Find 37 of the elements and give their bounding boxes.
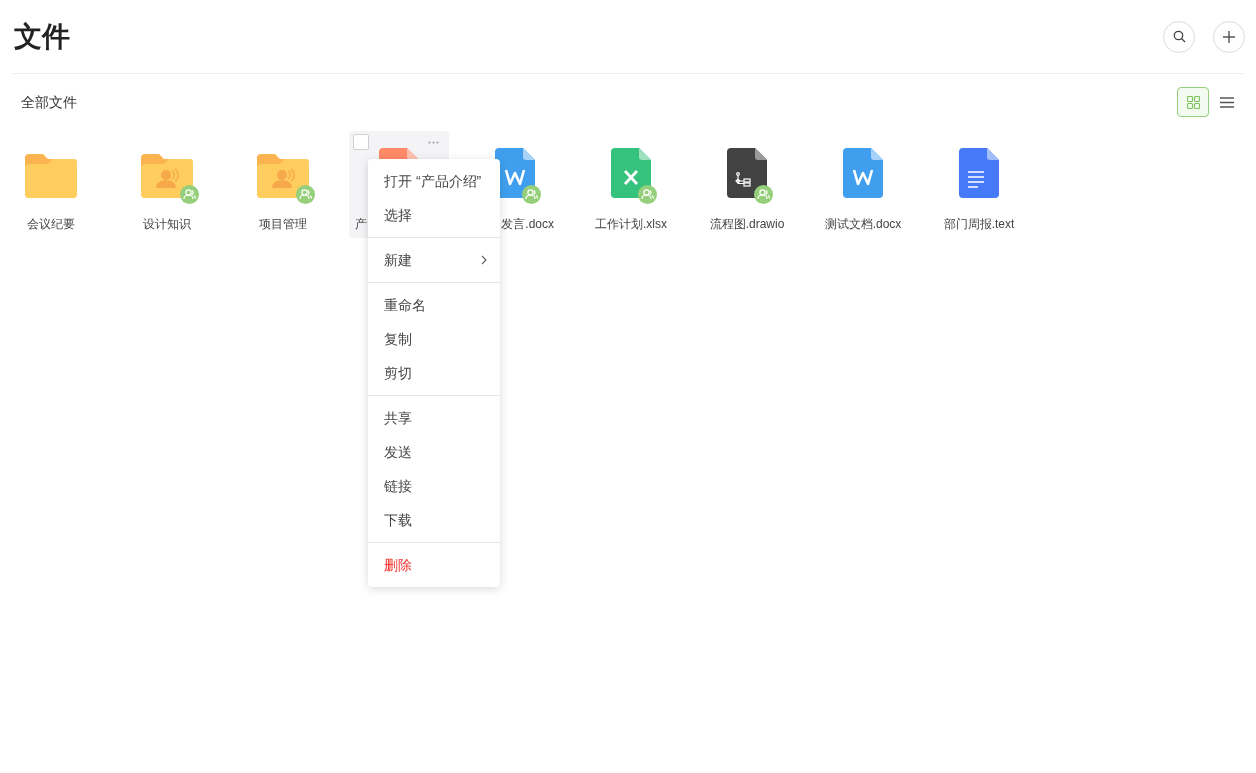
menu-item[interactable]: 发送	[368, 435, 500, 469]
menu-item[interactable]: 选择	[368, 198, 500, 232]
file-name[interactable]: 项目管理	[259, 215, 307, 233]
list-icon	[1220, 96, 1234, 108]
flowchart-file-icon	[727, 148, 767, 198]
menu-item[interactable]: 复制	[368, 322, 500, 356]
menu-item[interactable]: 剪切	[368, 356, 500, 390]
more-icon[interactable]	[428, 141, 439, 144]
page-title: 文件	[14, 18, 70, 55]
chevron-right-icon	[481, 255, 487, 265]
grid-icon	[1186, 95, 1200, 109]
plus-icon	[1223, 30, 1235, 43]
menu-item[interactable]: 删除	[368, 548, 500, 582]
file-name[interactable]: 工作计划.xlsx	[595, 215, 667, 233]
file-name[interactable]: 产	[355, 215, 367, 233]
file-name[interactable]: 发言.docx	[501, 215, 554, 233]
grid-view-button[interactable]	[1177, 87, 1209, 117]
menu-item[interactable]: 共享	[368, 401, 500, 435]
search-icon	[1172, 30, 1186, 43]
menu-item[interactable]: 打开 “产品介绍”	[368, 164, 500, 198]
shared-folder-icon	[257, 154, 309, 198]
menu-item[interactable]: 下载	[368, 503, 500, 537]
file-name[interactable]: 部门周报.text	[943, 215, 1015, 233]
spreadsheet-icon	[611, 148, 651, 198]
menu-item[interactable]: 重命名	[368, 288, 500, 322]
shared-folder-icon	[141, 154, 193, 198]
word-document-icon	[843, 148, 883, 198]
file-name[interactable]: 会议纪要	[27, 215, 75, 233]
file-name[interactable]: 测试文档.docx	[824, 215, 902, 233]
file-name[interactable]: 流程图.drawio	[709, 215, 785, 233]
checkbox[interactable]	[353, 134, 369, 150]
folder-icon	[25, 154, 77, 198]
file-name[interactable]: 设计知识	[143, 215, 191, 233]
text-document-icon	[959, 148, 999, 198]
menu-item[interactable]: 新建	[368, 243, 500, 277]
breadcrumb[interactable]: 全部文件	[21, 91, 77, 113]
menu-item[interactable]: 链接	[368, 469, 500, 503]
